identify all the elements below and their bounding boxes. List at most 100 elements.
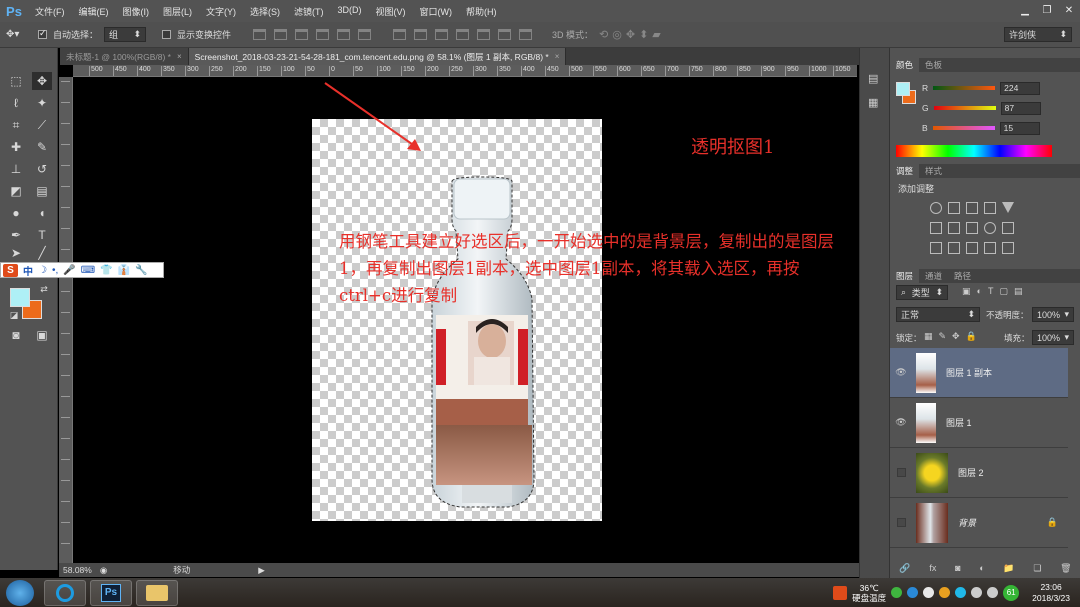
clock[interactable]: 23:06 2018/3/23 [1032, 582, 1070, 604]
close-icon[interactable]: × [177, 52, 182, 61]
taskbar-explorer[interactable] [136, 579, 178, 606]
vibrance-icon[interactable] [1002, 202, 1014, 214]
lock-icons[interactable]: ▦✎✥🔒 [924, 331, 983, 342]
foreground-color-swatch[interactable] [10, 288, 30, 307]
align-left-icon[interactable] [316, 29, 330, 40]
workspace-dropdown[interactable]: 许剑侠 ⬍ [1004, 27, 1072, 42]
layer-row[interactable]: 👁 图层 1 副本 [890, 348, 1068, 398]
badge-icon[interactable]: 61 [1003, 584, 1020, 601]
adjustment-layer-icon[interactable]: ◐ [979, 563, 984, 573]
link-layers-icon[interactable]: 🔗 [899, 563, 910, 574]
quick-mask-icon[interactable]: ◙ [6, 326, 26, 344]
layer-filter-icons[interactable]: ▣◐T▢▤ [962, 286, 1028, 297]
magic-wand-tool-icon[interactable]: ✦ [32, 94, 52, 112]
posterize-icon[interactable] [948, 242, 960, 254]
type-tool-icon[interactable]: T [32, 226, 52, 244]
new-layer-icon[interactable]: ❏ [1033, 563, 1041, 574]
moon-icon[interactable]: ☽ [38, 265, 47, 276]
tab-paths[interactable]: 路径 [948, 269, 977, 283]
tab-screenshot[interactable]: Screenshot_2018-03-23-21-54-28-181_com.t… [188, 48, 567, 65]
tab-color[interactable]: 颜色 [890, 58, 920, 72]
blue-slider[interactable] [932, 126, 995, 130]
ime-mode-toggle[interactable]: 中 [23, 263, 33, 278]
threshold-icon[interactable] [966, 242, 978, 254]
distribute-left-icon[interactable] [456, 29, 470, 40]
layer-filter-dropdown[interactable]: ⌕ 类型 ⬍ [896, 285, 948, 300]
menu-item[interactable]: 3D(D) [331, 5, 369, 18]
visibility-toggle[interactable] [890, 518, 912, 527]
hue-saturation-icon[interactable] [930, 222, 942, 234]
distribute-top-icon[interactable] [393, 29, 407, 40]
battery-icon[interactable] [987, 587, 999, 598]
menu-item[interactable]: 文件(F) [28, 5, 72, 18]
color-panel-fg-swatch[interactable] [896, 82, 910, 96]
auto-align-icon[interactable] [519, 29, 533, 40]
history-brush-icon[interactable]: ↺ [32, 160, 52, 178]
path-selection-icon[interactable]: ➤ [6, 244, 26, 262]
security-icon[interactable] [891, 587, 903, 598]
keyboard-icon[interactable]: ⌨ [81, 265, 95, 276]
skin-icon[interactable]: 👕 [100, 265, 112, 276]
align-right-icon[interactable] [358, 29, 372, 40]
menu-item[interactable]: 选择(S) [243, 5, 287, 18]
default-colors-icon[interactable]: ◪ [4, 306, 24, 324]
volume-icon[interactable] [971, 587, 983, 598]
taskbar-browser[interactable] [44, 579, 86, 606]
disk-temperature[interactable]: 36℃ 硬盘温度 [852, 583, 886, 603]
align-bottom-icon[interactable] [295, 29, 309, 40]
history-panel-icon[interactable]: ▤ [868, 72, 878, 85]
shirt-icon[interactable]: 👔 [118, 265, 130, 276]
auto-select-checkbox[interactable] [38, 28, 47, 39]
network-icon[interactable] [907, 587, 919, 598]
auto-select-dropdown[interactable]: 组 ⬍ [104, 27, 147, 42]
wrench-icon[interactable]: 🔧 [135, 265, 147, 276]
distribute-bottom-icon[interactable] [435, 29, 449, 40]
blend-mode-dropdown[interactable]: 正常 ⬍ [896, 307, 980, 322]
exposure-icon[interactable] [984, 202, 996, 214]
layer-row[interactable]: 背景 🔒 [890, 498, 1068, 548]
properties-panel-icon[interactable]: ▦ [868, 96, 878, 109]
visibility-toggle[interactable] [890, 468, 912, 477]
layer-row[interactable]: 👁 图层 1 [890, 398, 1068, 448]
brightness-icon[interactable] [930, 202, 942, 214]
menu-item[interactable]: 文字(Y) [199, 5, 243, 18]
taskbar-photoshop[interactable]: Ps [90, 579, 132, 606]
eye-icon[interactable]: 👁 [890, 367, 912, 378]
line-tool-icon[interactable]: ╱ [32, 244, 52, 262]
tab-untitled[interactable]: 未标题-1 @ 100%(RGB/8) * × [60, 48, 189, 65]
sogou-tray-icon[interactable] [833, 585, 848, 600]
crop-tool-icon[interactable]: ⌗ [6, 116, 26, 134]
new-group-icon[interactable]: 📁 [1003, 563, 1014, 574]
blur-tool-icon[interactable]: ● [6, 204, 26, 222]
invert-icon[interactable] [930, 242, 942, 254]
fill-input[interactable]: 100% ▾ [1032, 330, 1074, 345]
blue-value-input[interactable]: 15 [999, 121, 1040, 135]
tab-swatches[interactable]: 色板 [919, 58, 948, 72]
restore-button[interactable]: ❐ [1036, 2, 1058, 20]
brush-tool-icon[interactable]: ✎ [32, 138, 52, 156]
channel-mixer-icon[interactable] [1002, 222, 1014, 234]
close-icon[interactable]: × [555, 52, 560, 61]
swap-colors-icon[interactable]: ⇄ [34, 280, 54, 298]
distribute-middle-icon[interactable] [414, 29, 428, 40]
curves-icon[interactable] [966, 202, 978, 214]
color-spectrum[interactable] [896, 145, 1052, 157]
add-mask-icon[interactable]: ◙ [955, 563, 960, 573]
eyedropper-tool-icon[interactable]: ⟋ [32, 116, 52, 134]
chat-icon[interactable] [955, 587, 967, 598]
zoom-level[interactable]: 58.08% [63, 565, 92, 575]
info-icon[interactable]: ◉ [100, 565, 107, 576]
clone-stamp-icon[interactable]: ⊥ [6, 160, 26, 178]
red-value-input[interactable]: 224 [1000, 81, 1041, 95]
marquee-tool-icon[interactable]: ⬚ [6, 72, 26, 90]
vertical-ruler[interactable] [59, 77, 73, 563]
tab-layers[interactable]: 图层 [890, 269, 920, 283]
cloud-icon[interactable] [923, 587, 935, 598]
move-tool-preset-icon[interactable]: ✥▾ [6, 29, 32, 40]
document-canvas[interactable] [312, 119, 602, 521]
menu-item[interactable]: 滤镜(T) [287, 5, 331, 18]
green-slider[interactable] [933, 106, 996, 110]
status-arrow-icon[interactable]: ▶ [258, 565, 265, 576]
layer-row[interactable]: 图层 2 [890, 448, 1068, 498]
canvas-area[interactable]: 透明抠图1 用钢笔工具建立好选区后，一开始选中的是背景层，复制出的是图层1，再复… [73, 77, 857, 563]
